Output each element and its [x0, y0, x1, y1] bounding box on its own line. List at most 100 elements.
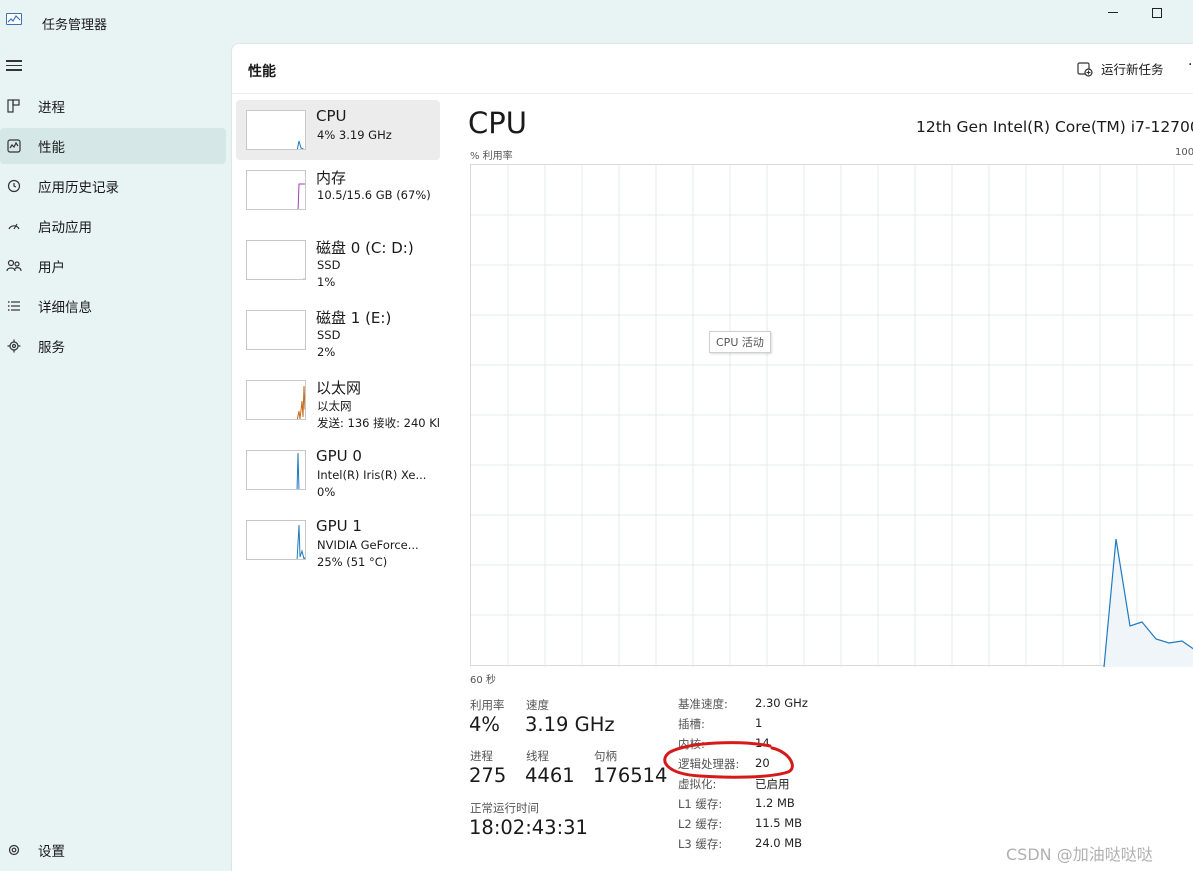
history-icon: [6, 178, 22, 194]
utilization-label: 利用率: [470, 698, 505, 712]
services-gear-icon: [6, 338, 22, 354]
spec-value: 2.30 GHz: [755, 696, 808, 710]
cpu-utilization-graph[interactable]: [470, 164, 1193, 667]
disk-1-thumbnail-graph: [246, 310, 306, 350]
title-bar: 任务管理器: [0, 0, 1193, 44]
spec-label: 插槽:: [678, 717, 705, 731]
resource-name: 以太网: [316, 379, 362, 397]
nav-label: 服务: [38, 340, 65, 356]
performance-icon: [6, 138, 22, 154]
resource-item-cpu[interactable]: CPU 4% 3.19 GHz: [236, 100, 440, 160]
nav-item-settings[interactable]: 设置: [0, 832, 226, 868]
resource-detail: 2%: [317, 345, 336, 359]
nav-label: 应用历史记录: [38, 180, 119, 196]
resource-name: GPU 1: [316, 517, 362, 535]
detail-title: CPU: [468, 106, 527, 140]
processes-value: 275: [469, 764, 507, 787]
resource-detail: Intel(R) Iris(R) Xe...: [317, 468, 427, 482]
nav-item-details[interactable]: 详细信息: [0, 288, 226, 324]
more-options-icon[interactable]: ·: [1188, 57, 1192, 73]
threads-value: 4461: [525, 764, 575, 787]
resource-detail: 发送: 136 接收: 240 Kl: [317, 416, 441, 430]
gpu-1-thumbnail-graph: [246, 520, 306, 560]
header-divider: [232, 93, 1193, 94]
cpu-activity-tooltip: CPU 活动: [709, 331, 771, 353]
page-title: 性能: [248, 64, 276, 80]
nav-item-processes[interactable]: 进程: [0, 88, 226, 124]
settings-gear-icon: [6, 842, 22, 858]
resource-detail: 25% (51 °C): [317, 555, 388, 569]
resource-detail: 1%: [317, 275, 336, 289]
hamburger-menu-icon[interactable]: [6, 60, 22, 72]
nav-label: 性能: [38, 140, 65, 156]
spec-label: L3 缓存:: [678, 837, 723, 851]
resource-detail: SSD: [317, 258, 341, 272]
speed-value: 3.19 GHz: [525, 713, 615, 736]
nav-label: 用户: [38, 260, 65, 276]
spec-value: 1.2 MB: [755, 796, 795, 810]
resource-item-disk-0[interactable]: 磁盘 0 (C: D:) SSD 1%: [236, 230, 440, 290]
spec-value: 1: [755, 716, 763, 730]
resource-item-gpu-0[interactable]: GPU 0 Intel(R) Iris(R) Xe... 0%: [236, 440, 440, 500]
list-icon: [6, 298, 22, 314]
resource-detail: NVIDIA GeForce...: [317, 538, 419, 552]
gpu-0-thumbnail-graph: [246, 450, 306, 490]
speedometer-icon: [6, 218, 22, 234]
processes-label: 进程: [470, 749, 493, 763]
utilization-axis-label: % 利用率: [470, 151, 513, 162]
nav-item-startup-apps[interactable]: 启动应用: [0, 208, 226, 244]
cpu-thumbnail-graph: [246, 110, 306, 150]
minimize-button[interactable]: [1098, 4, 1128, 22]
resource-name: CPU: [316, 107, 347, 125]
resource-name: 磁盘 0 (C: D:): [316, 239, 414, 257]
spec-label: 基准速度:: [678, 697, 728, 711]
task-manager-app-icon: [6, 13, 22, 25]
app-title: 任务管理器: [42, 18, 108, 33]
uptime-label: 正常运行时间: [470, 801, 539, 815]
csdn-watermark: CSDN @加油哒哒哒: [1006, 845, 1153, 864]
spec-value: 11.5 MB: [755, 816, 803, 830]
run-task-icon: [1077, 61, 1093, 77]
nav-label: 设置: [38, 844, 65, 860]
nav-label: 进程: [38, 100, 65, 116]
resource-item-memory[interactable]: 内存 10.5/15.6 GB (67%): [236, 160, 440, 220]
nav-item-performance[interactable]: 性能: [0, 128, 226, 164]
time-span-label: 60 秒: [470, 675, 496, 686]
resource-item-gpu-1[interactable]: GPU 1 NVIDIA GeForce... 25% (51 °C): [236, 510, 440, 570]
resource-item-disk-1[interactable]: 磁盘 1 (E:) SSD 2%: [236, 300, 440, 360]
ethernet-thumbnail-graph: [246, 380, 306, 420]
resource-detail: 0%: [317, 485, 336, 499]
resource-item-ethernet[interactable]: 以太网 以太网 发送: 136 接收: 240 Kl: [236, 370, 440, 430]
cpu-model-name: 12th Gen Intel(R) Core(TM) i7-12700H: [916, 118, 1193, 136]
users-icon: [6, 258, 22, 274]
resource-name: 磁盘 1 (E:): [316, 309, 392, 327]
utilization-value: 4%: [469, 713, 500, 736]
processes-icon: [6, 98, 22, 114]
nav-label: 详细信息: [38, 300, 92, 316]
resource-detail: 以太网: [317, 399, 352, 413]
red-annotation-circle: [663, 741, 794, 779]
maximize-button[interactable]: [1142, 4, 1172, 22]
handles-label: 句柄: [594, 749, 617, 763]
uptime-value: 18:02:43:31: [469, 816, 588, 839]
resource-detail: 10.5/15.6 GB (67%): [317, 188, 431, 202]
resource-name: GPU 0: [316, 447, 362, 465]
spec-label: L2 缓存:: [678, 817, 723, 831]
speed-label: 速度: [526, 698, 549, 712]
run-task-label: 运行新任务: [1101, 62, 1164, 77]
handles-value: 176514: [593, 764, 668, 787]
nav-item-users[interactable]: 用户: [0, 248, 226, 284]
nav-item-app-history[interactable]: 应用历史记录: [0, 168, 226, 204]
spec-value: 24.0 MB: [755, 836, 803, 850]
resource-name: 内存: [316, 169, 347, 187]
spec-label: L1 缓存:: [678, 797, 723, 811]
resource-detail: SSD: [317, 328, 341, 342]
utilization-max-label: 100%: [1175, 147, 1193, 158]
disk-0-thumbnail-graph: [246, 240, 306, 280]
threads-label: 线程: [526, 749, 549, 763]
nav-item-services[interactable]: 服务: [0, 328, 226, 364]
run-new-task-button[interactable]: 运行新任务: [1077, 59, 1164, 78]
nav-label: 启动应用: [38, 220, 92, 236]
resource-detail: 4% 3.19 GHz: [317, 128, 392, 142]
memory-thumbnail-graph: [246, 170, 306, 210]
